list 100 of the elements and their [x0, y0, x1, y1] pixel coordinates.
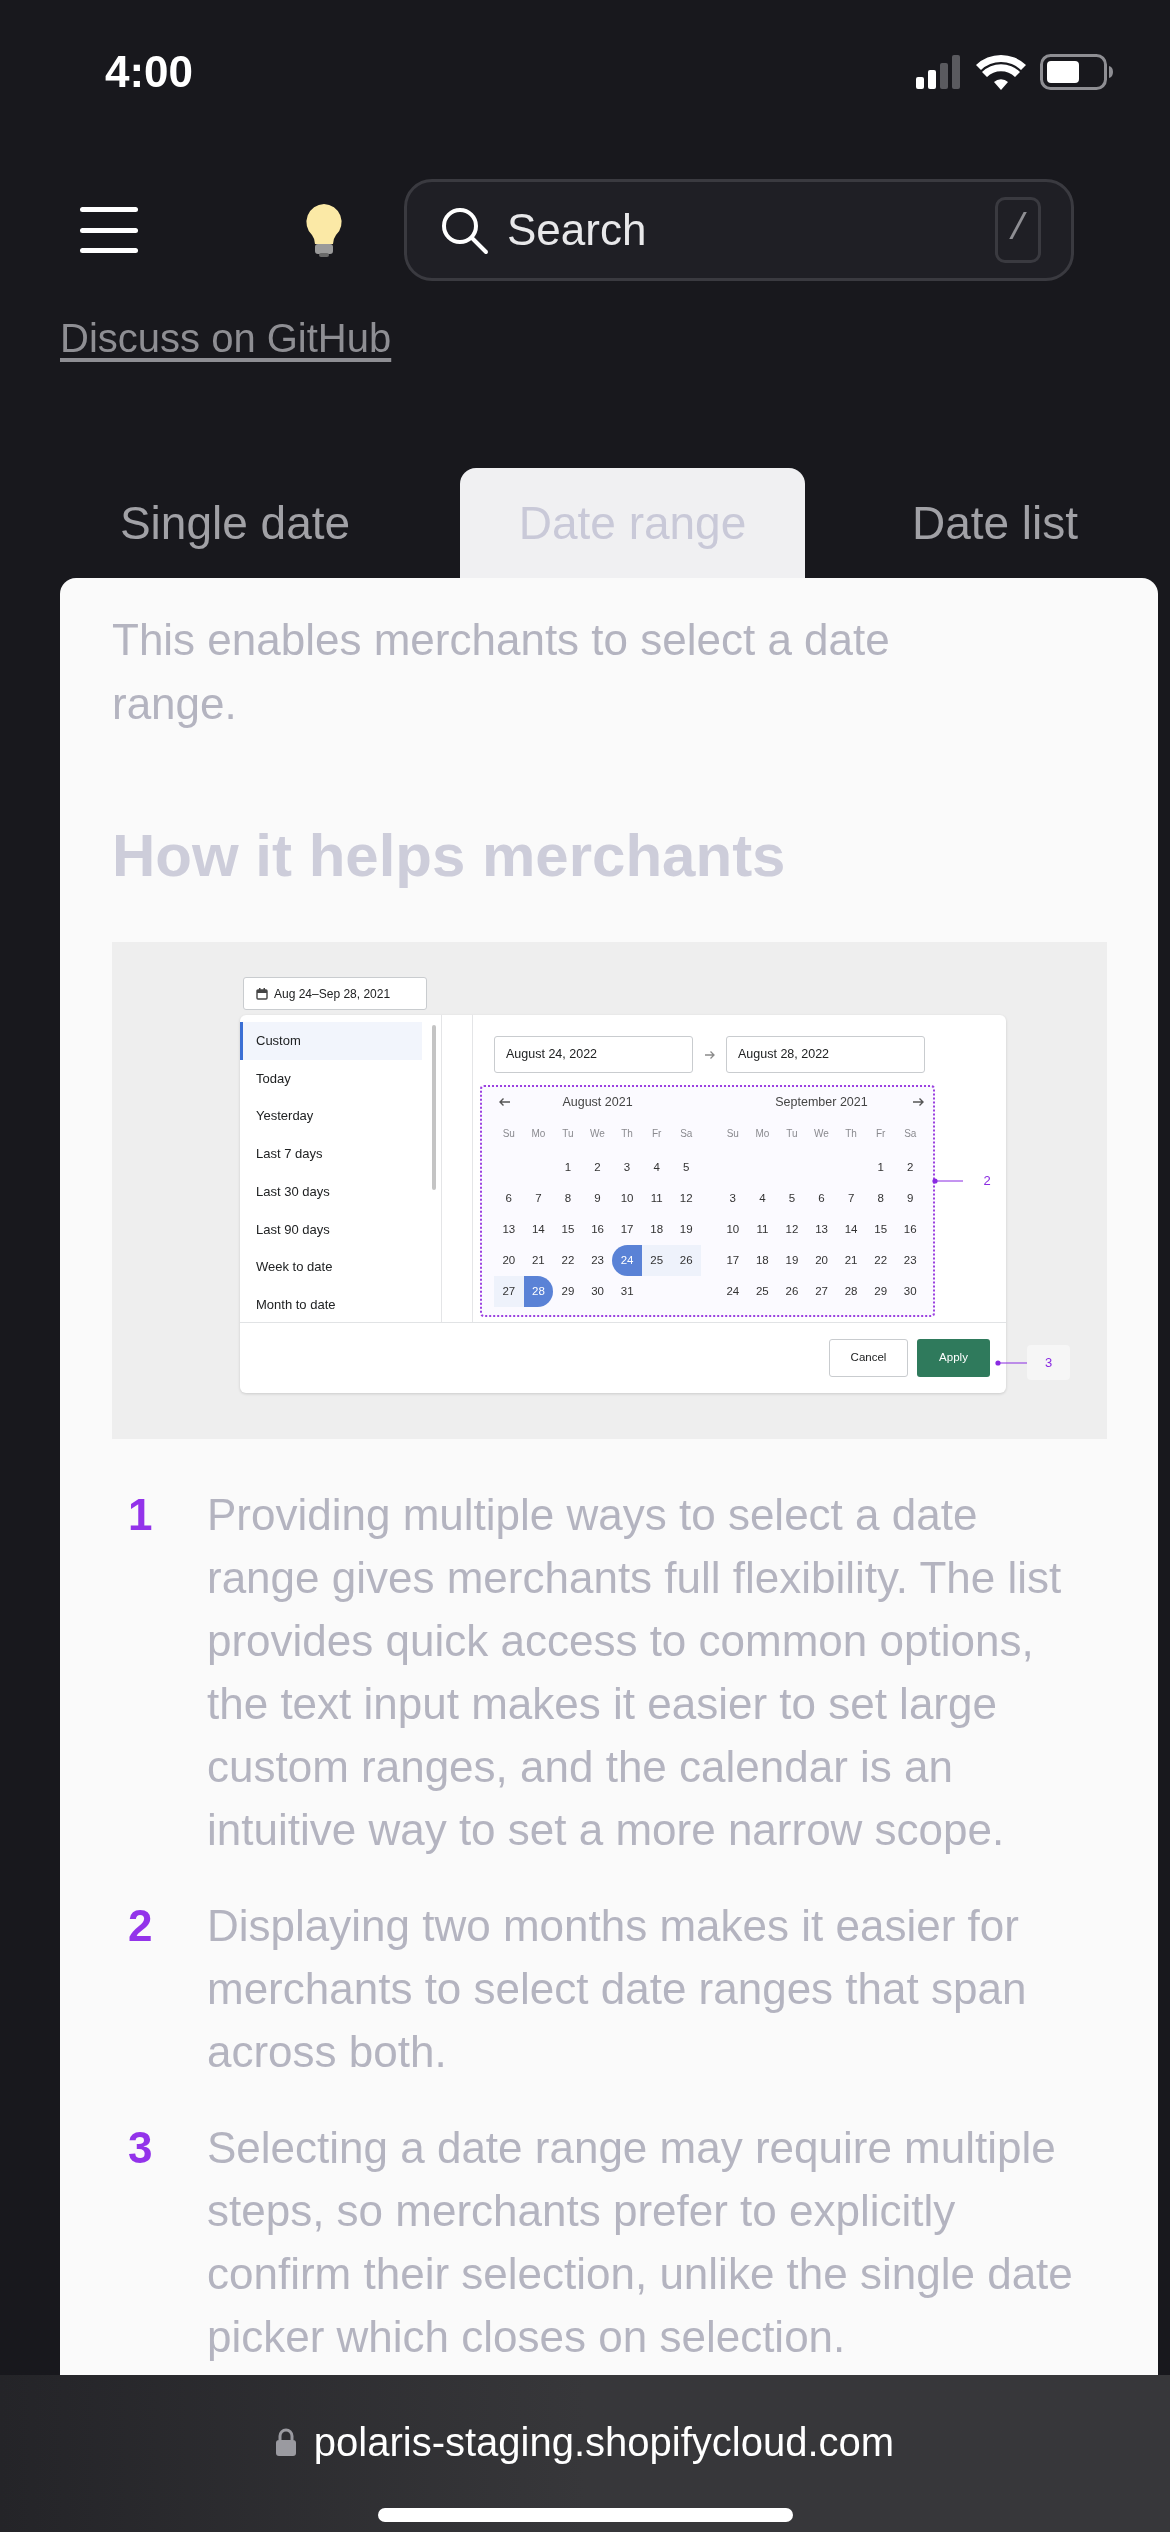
preset-option[interactable]: Yesterday: [240, 1097, 441, 1136]
preset-option[interactable]: Today: [240, 1059, 441, 1098]
preset-option[interactable]: Last 7 days: [240, 1135, 441, 1173]
calendar-day[interactable]: 4: [641, 1152, 672, 1183]
preset-option[interactable]: Week to date: [240, 1248, 441, 1286]
calendar-day[interactable]: 10: [612, 1183, 642, 1214]
calendar-day[interactable]: 18: [747, 1245, 778, 1276]
calendar-day[interactable]: 18: [641, 1214, 672, 1245]
calendar-day[interactable]: 29: [865, 1276, 896, 1307]
calendar-day[interactable]: 26: [777, 1276, 807, 1307]
calendar-day[interactable]: 30: [895, 1276, 926, 1307]
calendar-day[interactable]: 28: [523, 1276, 554, 1307]
calendar-day[interactable]: 12: [777, 1214, 807, 1245]
calendar-day[interactable]: 27: [806, 1276, 837, 1307]
calendar-day[interactable]: 9: [582, 1183, 613, 1214]
calendar-day[interactable]: 5: [777, 1183, 807, 1214]
calendar-day[interactable]: 21: [836, 1245, 866, 1276]
calendar-day[interactable]: 6: [806, 1183, 837, 1214]
calendar-day[interactable]: 26: [671, 1245, 702, 1276]
calendar-day[interactable]: 30: [582, 1276, 613, 1307]
calendar-day[interactable]: 2: [895, 1152, 925, 1183]
calendar-day[interactable]: 27: [494, 1276, 524, 1307]
calendar-day[interactable]: 16: [582, 1214, 613, 1245]
calendar-day[interactable]: 31: [612, 1276, 642, 1307]
preset-option[interactable]: Custom: [240, 1022, 422, 1060]
calendar-day[interactable]: 8: [865, 1183, 896, 1214]
calendar-day[interactable]: 7: [836, 1183, 866, 1214]
calendar-day[interactable]: 4: [747, 1183, 778, 1214]
calendar-day[interactable]: 22: [865, 1245, 896, 1276]
weekday-label: Th: [621, 1126, 633, 1141]
lock-icon: [275, 2428, 296, 2456]
calendar-day[interactable]: 6: [494, 1183, 524, 1214]
preset-option[interactable]: Last 30 days: [240, 1172, 441, 1211]
calendar-day[interactable]: 14: [523, 1214, 554, 1245]
search-field[interactable]: Search: [507, 197, 995, 263]
calendar-day[interactable]: 19: [777, 1245, 807, 1276]
search-bar[interactable]: Search /: [404, 179, 1074, 281]
calendar-day[interactable]: 24: [612, 1245, 642, 1276]
weekday-label: We: [814, 1126, 829, 1141]
calendar-day[interactable]: 16: [895, 1214, 926, 1245]
calendar-day[interactable]: 22: [553, 1245, 583, 1276]
weekday-label: Mo: [755, 1126, 770, 1141]
calendar-day[interactable]: 23: [582, 1245, 613, 1276]
cancel-button[interactable]: Cancel: [829, 1339, 908, 1377]
calendar-day[interactable]: 3: [718, 1183, 748, 1214]
note-number: 3: [127, 2122, 154, 2174]
weekday-label: We: [590, 1126, 605, 1141]
calendar-day[interactable]: 13: [494, 1214, 524, 1245]
github-link[interactable]: Discuss on GitHub: [60, 308, 392, 368]
calendar-day[interactable]: 7: [523, 1183, 554, 1214]
intro-text: This enables merchants to select a date range.: [112, 614, 891, 730]
calendar-day[interactable]: 14: [836, 1214, 866, 1245]
note-text: Displaying two months makes it easier for merchants to select date ranges that span across both.: [207, 1900, 1028, 2078]
end-date-field: August 28, 2022: [726, 1036, 925, 1073]
next-month-icon[interactable]: [912, 1097, 925, 1107]
calendar-day[interactable]: 5: [671, 1152, 701, 1183]
url-text[interactable]: polaris-staging.shopifycloud.com: [313, 2412, 895, 2472]
calendar-day[interactable]: 12: [671, 1183, 702, 1214]
calendar-day[interactable]: 15: [865, 1214, 896, 1245]
preset-option[interactable]: Month to date: [240, 1285, 441, 1324]
calendar-day[interactable]: 24: [718, 1276, 748, 1307]
apply-button[interactable]: Apply: [917, 1339, 990, 1377]
calendar-day[interactable]: 17: [612, 1214, 642, 1245]
calendar-day[interactable]: 25: [747, 1276, 778, 1307]
start-date-field: August 24, 2022: [494, 1036, 693, 1073]
callout-number: 3: [1027, 1345, 1070, 1380]
calendar-day[interactable]: 1: [553, 1152, 583, 1183]
weekday-label: Sa: [680, 1126, 693, 1141]
arrow-right-icon: [703, 1049, 716, 1060]
calendar-day[interactable]: 10: [718, 1214, 748, 1245]
calendar-day[interactable]: 15: [553, 1214, 583, 1245]
calendar-day[interactable]: 9: [895, 1183, 926, 1214]
calendar-day[interactable]: 3: [612, 1152, 642, 1183]
weekday-label: Su: [502, 1126, 515, 1141]
calendar-day[interactable]: 13: [806, 1214, 837, 1245]
calendar-day[interactable]: 20: [494, 1245, 524, 1276]
calendar-day[interactable]: 28: [836, 1276, 866, 1307]
weekday-label: Fr: [875, 1126, 886, 1141]
calendar-day[interactable]: 1: [865, 1152, 896, 1183]
preset-option[interactable]: Last 90 days: [240, 1210, 441, 1249]
tab[interactable]: Single date: [60, 468, 410, 578]
menu-button[interactable]: [80, 207, 138, 253]
tab[interactable]: Date list: [855, 468, 1135, 578]
calendar-day[interactable]: 11: [747, 1214, 778, 1245]
calendar-day[interactable]: 20: [806, 1245, 837, 1276]
calendar-day[interactable]: 8: [553, 1183, 583, 1214]
calendar-day[interactable]: 25: [641, 1245, 672, 1276]
calendar-day[interactable]: 2: [582, 1152, 613, 1183]
leader-line: [932, 1177, 963, 1184]
note-text: Selecting a date range may require multiple steps, so merchants prefer to explicitly confirm their selection, unlike the single date picker which closes on selection.: [207, 2122, 1074, 2363]
previous-month-icon[interactable]: [498, 1097, 511, 1107]
month-title: August 2021: [562, 1093, 633, 1111]
calendar-day[interactable]: 19: [671, 1214, 702, 1245]
calendar-day[interactable]: 21: [523, 1245, 554, 1276]
calendar-day[interactable]: 29: [553, 1276, 583, 1307]
weekday-label: Su: [726, 1126, 739, 1141]
calendar-day[interactable]: 23: [895, 1245, 926, 1276]
weekday-label: Tu: [786, 1126, 798, 1141]
calendar-day[interactable]: 11: [641, 1183, 672, 1214]
calendar-day[interactable]: 17: [718, 1245, 748, 1276]
